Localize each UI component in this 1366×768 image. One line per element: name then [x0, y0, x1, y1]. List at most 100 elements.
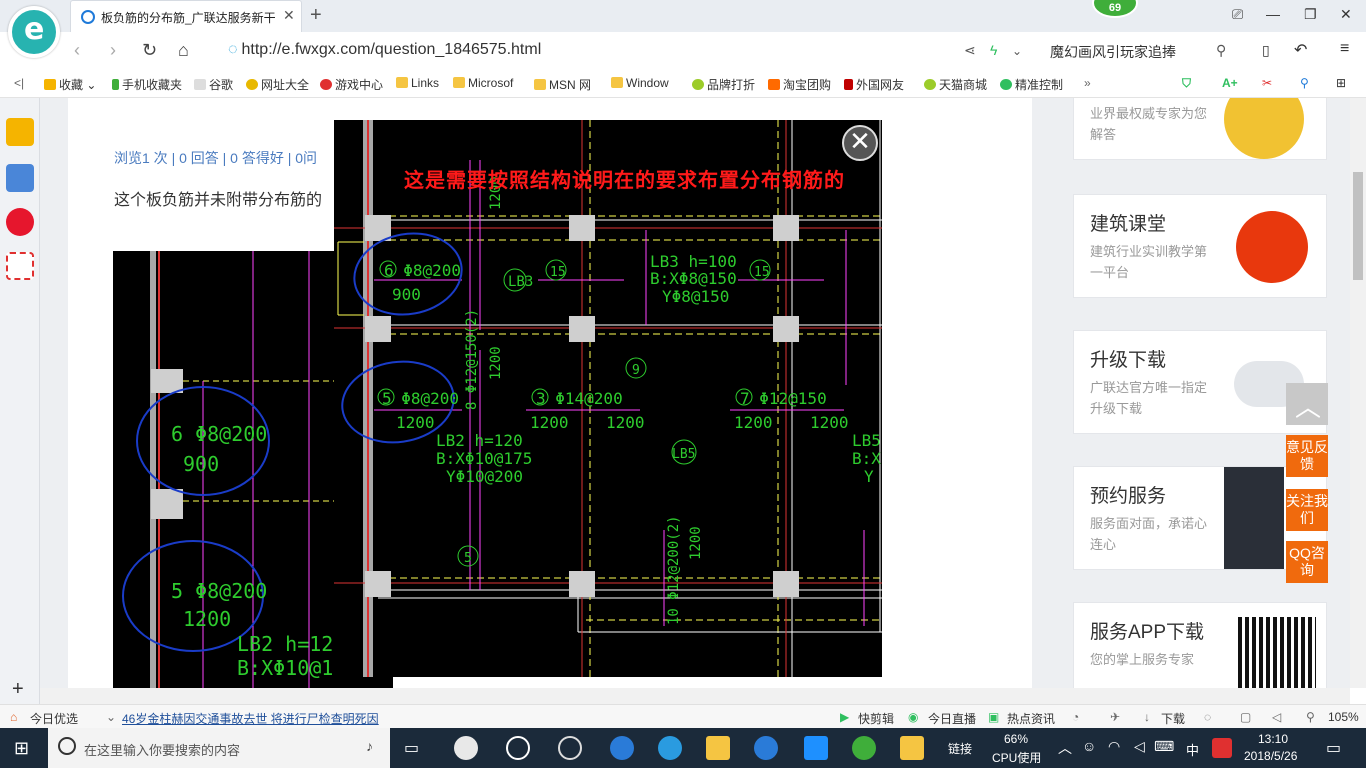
volume-icon[interactable]: ◁: [1134, 738, 1145, 755]
follow-us-button[interactable]: 关注我们: [1286, 489, 1328, 531]
window-icon[interactable]: ▢: [1240, 710, 1251, 724]
status-item[interactable]: 快剪辑: [858, 710, 894, 727]
taskbar-search[interactable]: 在这里输入你要搜索的内容 ♪: [48, 728, 390, 768]
chat-app-icon[interactable]: [558, 736, 582, 760]
course-card[interactable]: 建筑课堂 建筑行业实训教学第一平台: [1073, 194, 1327, 298]
sogou-ime-icon[interactable]: [1212, 738, 1232, 758]
active-browser-icon[interactable]: [852, 736, 876, 760]
close-window-button[interactable]: ✕: [1340, 6, 1352, 23]
close-lightbox-button[interactable]: ✕: [842, 125, 878, 161]
share-icon[interactable]: ⋖: [964, 42, 976, 59]
more-favorites-icon[interactable]: »: [1084, 76, 1091, 90]
windows-start-icon[interactable]: ⊞: [14, 738, 29, 759]
weibo-icon[interactable]: [6, 208, 34, 236]
expert-card[interactable]: 业界最权威专家为您解答: [1073, 98, 1327, 160]
edge-icon[interactable]: [610, 736, 634, 760]
maximize-button[interactable]: ❐: [1304, 6, 1317, 23]
search-icon[interactable]: ⚲: [1216, 42, 1226, 59]
add-sidebar-icon[interactable]: +: [12, 678, 24, 701]
folder-icon: [453, 77, 465, 88]
menu-icon[interactable]: ≡: [1340, 40, 1349, 58]
home-button[interactable]: ⌂: [178, 40, 189, 61]
browser-logo-icon[interactable]: e: [8, 6, 60, 58]
wifi-icon[interactable]: ◠: [1108, 738, 1120, 755]
zoom-level[interactable]: 105%: [1328, 710, 1359, 724]
translate-icon[interactable]: A+: [1222, 76, 1238, 90]
favorite-item[interactable]: 手机收藏夹: [112, 76, 182, 93]
status-item[interactable]: 今日直播: [928, 710, 976, 727]
news-ticker-link[interactable]: 46岁金柱赫因交通事故去世 将进行尸检查明死因: [122, 710, 379, 727]
microphone-icon[interactable]: ♪: [366, 738, 373, 754]
mail-icon[interactable]: [6, 252, 34, 280]
favorite-item[interactable]: 外国网友: [844, 76, 904, 93]
lightning-icon[interactable]: ϟ: [990, 42, 997, 58]
keyboard-icon[interactable]: ⌨: [1154, 738, 1174, 755]
cad-label: 1200: [688, 526, 704, 560]
shield-icon[interactable]: ⛉: [1182, 76, 1191, 91]
url-field[interactable]: ◌ http://e.fwxgx.com/question_1846575.htm…: [228, 41, 541, 59]
links-label[interactable]: 链接: [948, 740, 972, 757]
ie-icon[interactable]: [658, 736, 682, 760]
reader-icon[interactable]: [6, 164, 34, 192]
favorite-item[interactable]: MSN 网: [534, 76, 591, 93]
collapse-icon[interactable]: <|: [14, 76, 24, 90]
globe-icon[interactable]: ◌: [1204, 710, 1211, 724]
task-view-icon[interactable]: ▭: [404, 738, 419, 758]
scroll-thumb[interactable]: [1353, 172, 1363, 280]
minimize-button[interactable]: —: [1266, 6, 1280, 22]
favorite-item[interactable]: 谷歌: [194, 76, 233, 93]
clock-date[interactable]: 2018/5/26: [1244, 749, 1297, 763]
favorite-item[interactable]: 精准控制: [1000, 76, 1063, 93]
favorite-item[interactable]: 网址大全: [246, 76, 309, 93]
undo-icon[interactable]: ↶: [1294, 40, 1307, 60]
favorites-star-icon[interactable]: [6, 118, 34, 146]
favorite-item[interactable]: Window: [611, 76, 669, 90]
ime-indicator[interactable]: 中: [1186, 740, 1199, 759]
app-download-card[interactable]: 服务APP下载 您的掌上服务专家: [1073, 602, 1327, 688]
forward-button[interactable]: ›: [110, 40, 116, 61]
speed-icon[interactable]: ◔: [1072, 710, 1079, 724]
apps-grid-icon[interactable]: ⊞: [1336, 76, 1346, 90]
cpu-percent: 66%: [1004, 732, 1029, 746]
horizontal-scrollbar[interactable]: [40, 688, 1350, 704]
file-explorer-icon[interactable]: [706, 736, 730, 760]
plus-app-icon[interactable]: [804, 736, 828, 760]
new-tab-button[interactable]: +: [310, 4, 322, 27]
today-picks-link[interactable]: 今日优选: [30, 710, 78, 727]
people-icon[interactable]: ☺: [1082, 738, 1096, 754]
favorite-item[interactable]: 游戏中心: [320, 76, 383, 93]
status-item[interactable]: 下载: [1161, 710, 1185, 727]
image-lightbox[interactable]: 6 Φ8@200 900 5 Φ8@200 1200 LB3 LB3 h=100…: [334, 120, 882, 677]
chevron-down-icon[interactable]: ⌄: [1012, 44, 1022, 58]
favorite-item[interactable]: Microsof: [453, 76, 513, 90]
magnifier-icon[interactable]: ⚲: [1300, 76, 1309, 90]
search-box[interactable]: 魔幻画风引玩家追捧: [1050, 42, 1176, 62]
chevron-up-icon[interactable]: ︿: [1058, 738, 1072, 758]
favorite-item[interactable]: 收藏 ⌄: [44, 76, 96, 93]
scissors-icon[interactable]: ✂: [1262, 76, 1272, 90]
notes-app-icon[interactable]: [900, 736, 924, 760]
vertical-scrollbar[interactable]: [1350, 98, 1366, 688]
mobile-icon[interactable]: ▯: [1262, 42, 1270, 59]
pin-icon[interactable]: ✈: [1110, 710, 1120, 724]
qq-consult-button[interactable]: QQ咨询: [1286, 541, 1328, 583]
speaker-icon[interactable]: ◁: [1272, 710, 1281, 724]
fan-app-icon[interactable]: [454, 736, 478, 760]
back-to-top-button[interactable]: ︿: [1286, 383, 1328, 425]
clock-time[interactable]: 13:10: [1258, 732, 1288, 746]
favorite-item[interactable]: Links: [396, 76, 439, 90]
glodon-g-icon[interactable]: [754, 736, 778, 760]
close-tab-icon[interactable]: ✕: [283, 7, 295, 24]
refresh-button[interactable]: ↻: [142, 40, 157, 61]
skin-icon[interactable]: ⎚: [1232, 6, 1243, 23]
feedback-button[interactable]: 意见反馈: [1286, 435, 1328, 477]
status-item[interactable]: 热点资讯: [1007, 710, 1055, 727]
favorite-item[interactable]: 天猫商城: [924, 76, 987, 93]
favorite-item[interactable]: 品牌打折: [692, 76, 755, 93]
back-button[interactable]: ‹: [74, 40, 80, 61]
favorite-item[interactable]: 淘宝团购: [768, 76, 831, 93]
action-center-icon[interactable]: ▭: [1326, 738, 1341, 758]
browser-tab[interactable]: 板负筋的分布筋_广联达服务新干 ✕: [70, 0, 302, 32]
notification-badge[interactable]: 69: [1092, 0, 1138, 18]
360-browser-icon[interactable]: [506, 736, 530, 760]
